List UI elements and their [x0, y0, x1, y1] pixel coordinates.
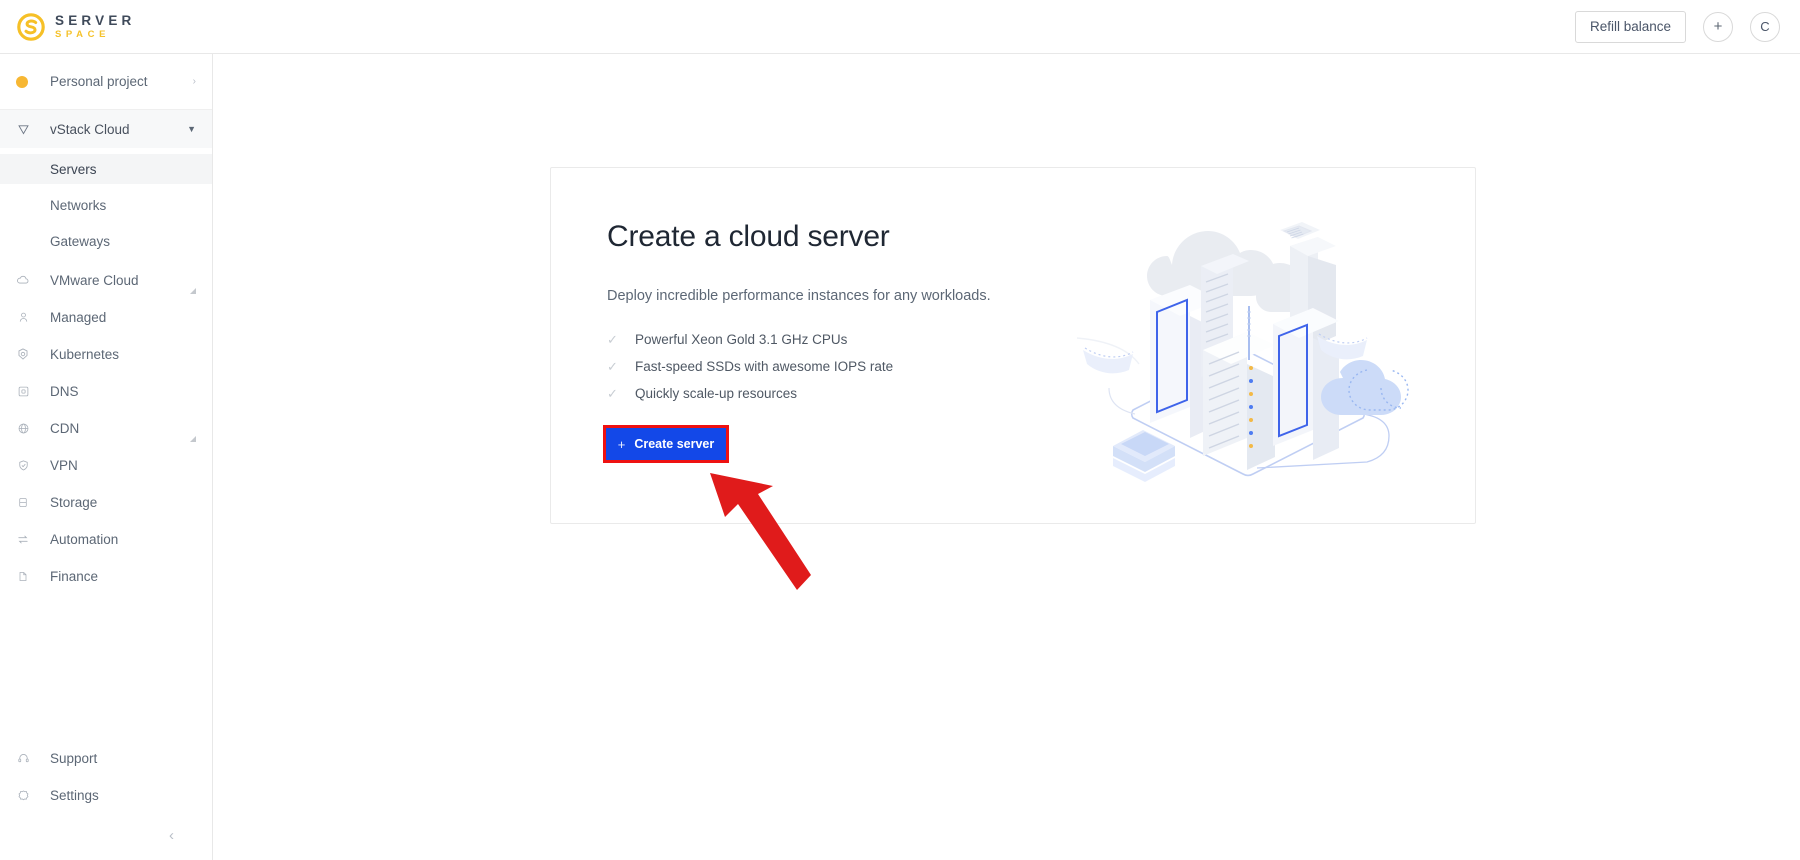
chevron-right-icon: ›: [192, 76, 196, 87]
serverspace-s-logo-icon: [17, 12, 45, 41]
sidebar-group-vstack-cloud[interactable]: vStack Cloud ▼: [0, 110, 212, 148]
list-item: ✓ Powerful Xeon Gold 3.1 GHz CPUs: [607, 326, 1077, 353]
logo-line-1: SERVER: [55, 12, 136, 28]
sidebar-item-storage[interactable]: Storage: [0, 487, 212, 517]
project-label: Personal project: [50, 74, 148, 89]
sidebar-item-vpn[interactable]: VPN: [0, 450, 212, 480]
top-header: SERVER SPACE Refill balance + C: [0, 0, 1800, 54]
headset-icon: [16, 751, 30, 765]
sidebar-item-finance[interactable]: Finance: [0, 561, 212, 591]
highlight-box: [603, 425, 729, 463]
database-icon: [16, 495, 30, 509]
sidebar-item-managed[interactable]: Managed: [0, 302, 212, 332]
card-subtitle: Deploy incredible performance instances …: [607, 288, 991, 304]
refill-balance-button[interactable]: Refill balance: [1574, 10, 1686, 43]
cloud-icon: [16, 273, 30, 287]
dns-icon: [16, 384, 30, 398]
globe-icon: [16, 421, 30, 435]
sidebar-item-cdn[interactable]: CDN: [0, 413, 212, 443]
app-root: SERVER SPACE Refill balance + C Personal…: [0, 0, 1800, 860]
sidebar-item-label: Networks: [50, 197, 107, 213]
main-content: Create a cloud server Deploy incredible …: [213, 54, 1800, 860]
project-dot-icon: [16, 75, 28, 88]
logo-line-2: SPACE: [55, 29, 111, 40]
sidebar-item-automation[interactable]: Automation: [0, 524, 212, 554]
add-button[interactable]: +: [1703, 11, 1733, 42]
sidebar-item-support[interactable]: Support: [0, 743, 212, 773]
managed-icon: [16, 310, 30, 324]
list-item: ✓ Quickly scale-up resources: [607, 380, 1077, 407]
sidebar: Personal project › vStack Cloud ▼ Server…: [0, 54, 213, 860]
isometric-datacenter-illustration: [1076, 222, 1409, 482]
sidebar-item-dns[interactable]: DNS: [0, 376, 212, 406]
sidebar-item-label: Servers: [50, 161, 97, 177]
automation-icon: [16, 532, 30, 546]
feature-label: Powerful Xeon Gold 3.1 GHz CPUs: [635, 332, 848, 347]
check-icon: ✓: [607, 331, 618, 347]
sidebar-item-label: Automation: [50, 531, 119, 547]
sidebar-item-label: Finance: [50, 568, 99, 584]
feature-label: Quickly scale-up resources: [635, 386, 798, 401]
sidebar-item-label: VPN: [50, 457, 78, 473]
shield-check-icon: [16, 458, 30, 472]
kubernetes-icon: [16, 347, 30, 361]
sidebar-item-label: VMware Cloud: [50, 272, 139, 288]
sidebar-item-label: Managed: [50, 309, 107, 325]
sidebar-item-gateways[interactable]: Gateways: [0, 226, 212, 256]
sidebar-item-label: Storage: [50, 494, 98, 510]
sidebar-item-label: Support: [50, 750, 98, 766]
brand-logo[interactable]: SERVER SPACE: [16, 12, 135, 42]
sidebar-item-label: CDN: [50, 420, 80, 436]
check-icon: ✓: [607, 358, 618, 374]
sidebar-item-label: Kubernetes: [50, 346, 120, 362]
expand-triangle-icon: [190, 272, 196, 294]
header-actions: Refill balance + C: [1574, 10, 1780, 43]
page-title: Create a cloud server: [607, 220, 890, 253]
avatar[interactable]: C: [1750, 11, 1780, 42]
check-icon: ✓: [607, 385, 618, 401]
sidebar-bottom: Support Settings ‹: [0, 743, 212, 860]
chevron-down-icon: ▼: [187, 124, 196, 134]
sidebar-project-selector[interactable]: Personal project ›: [0, 54, 212, 110]
list-item: ✓ Fast-speed SSDs with awesome IOPS rate: [607, 353, 1077, 380]
feature-list: ✓ Powerful Xeon Gold 3.1 GHz CPUs ✓ Fast…: [607, 326, 1077, 407]
sidebar-collapse-row: ‹: [0, 810, 212, 860]
sidebar-group-label: vStack Cloud: [50, 121, 130, 137]
collapse-sidebar-button[interactable]: ‹: [169, 827, 174, 844]
sidebar-item-label: DNS: [50, 383, 79, 399]
vstack-icon: [16, 123, 30, 136]
logo-wordmark: SERVER SPACE: [55, 12, 136, 40]
create-cloud-server-card: Create a cloud server Deploy incredible …: [550, 167, 1476, 524]
sidebar-item-label: Gateways: [50, 233, 111, 249]
sidebar-item-vmware-cloud[interactable]: VMware Cloud: [0, 265, 212, 295]
settings-gear-icon: [16, 788, 30, 802]
expand-triangle-icon: [190, 420, 196, 442]
card-text-column: Create a cloud server Deploy incredible …: [607, 220, 1077, 407]
sidebar-item-networks[interactable]: Networks: [0, 190, 212, 220]
sidebar-item-label: Settings: [50, 787, 99, 803]
feature-label: Fast-speed SSDs with awesome IOPS rate: [635, 359, 894, 374]
sidebar-item-kubernetes[interactable]: Kubernetes: [0, 339, 212, 369]
document-icon: [16, 569, 30, 583]
sidebar-item-settings[interactable]: Settings: [0, 780, 212, 810]
sidebar-item-servers[interactable]: Servers: [0, 154, 212, 184]
create-server-cta-wrap: + Create server: [603, 425, 729, 463]
